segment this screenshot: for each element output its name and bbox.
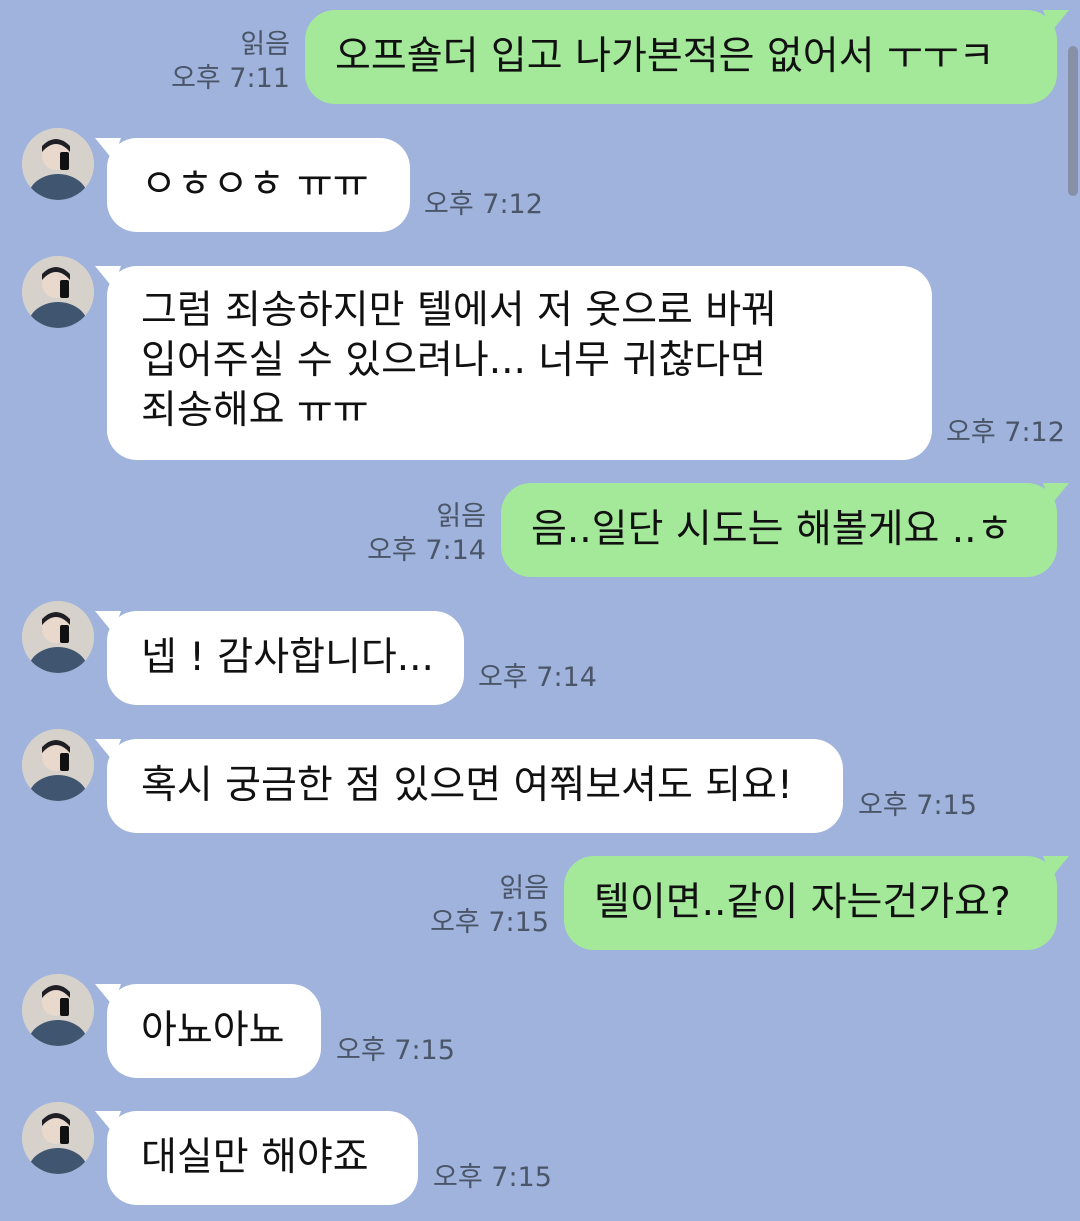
profile-photo-icon [22,729,94,801]
message-text: 음..일단 시도는 해볼게요 ..ㅎ [531,507,1013,552]
read-receipt: 읽음 [499,873,549,904]
message-text: 혹시 궁금한 점 있으면 여쭤보셔도 되요! [141,763,793,808]
profile-avatar-icon[interactable] [22,1102,94,1174]
message-time: 오후 7:15 [858,790,977,821]
bubble-tail [95,138,121,160]
bubble-tail [1043,856,1069,878]
profile-photo-icon [22,256,94,328]
message-time: 오후 7:15 [336,1035,455,1066]
outgoing-message-bubble[interactable]: 오프숄더 입고 나가본적은 없어서 ㅜㅜㅋ [305,10,1069,104]
message-time: 오후 7:11 [171,63,290,94]
scrollbar[interactable] [1068,46,1078,196]
message-text: 대실만 해야죠 [141,1135,369,1180]
message-text: 텔이면..같이 자는건가요? [594,880,1011,925]
profile-photo-icon [22,974,94,1046]
message-text-line: 그럼 죄송하지만 텔에서 저 옷으로 바꿔 [141,288,778,333]
message-meta: 읽음 오후 7:15 [430,872,549,940]
message-text: 아뇨아뇨 [141,1008,285,1053]
message-time: 오후 7:15 [433,1162,552,1193]
read-receipt: 읽음 [240,29,290,60]
message-time: 오후 7:12 [946,417,1065,448]
message-text-line: 입어주실 수 있으려나... 너무 귀찮다면 [141,338,766,383]
message-text: ㅇㅎㅇㅎ ㅠㅠ [141,162,369,207]
message-time: 오후 7:14 [478,662,597,693]
message-time: 오후 7:12 [424,189,543,220]
bubble-tail [95,984,121,1006]
incoming-message-bubble[interactable]: 그럼 죄송하지만 텔에서 저 옷으로 바꿔 입어주실 수 있으려나... 너무 … [95,266,932,460]
profile-avatar-icon[interactable] [22,256,94,328]
incoming-message-bubble[interactable]: 아뇨아뇨 [95,984,321,1078]
message-text: 오프숄더 입고 나가본적은 없어서 ㅜㅜㅋ [335,34,995,79]
chat-view[interactable]: 읽음 오후 7:11 오프숄더 입고 나가본적은 없어서 ㅜㅜㅋ ㅇㅎㅇㅎ ㅠㅠ… [0,0,1080,1221]
incoming-message-bubble[interactable]: 넵 ! 감사합니다... [95,611,464,705]
incoming-message-bubble[interactable]: 혹시 궁금한 점 있으면 여쭤보셔도 되요! [95,739,843,833]
bubble-tail [95,611,121,633]
profile-avatar-icon[interactable] [22,974,94,1046]
profile-photo-icon [22,1102,94,1174]
message-meta: 읽음 오후 7:14 [367,500,486,568]
outgoing-message-bubble[interactable]: 음..일단 시도는 해볼게요 ..ㅎ [501,483,1069,577]
profile-avatar-icon[interactable] [22,128,94,200]
bubble-tail [1043,10,1069,32]
message-time: 오후 7:14 [367,535,486,566]
profile-avatar-icon[interactable] [22,601,94,673]
profile-avatar-icon[interactable] [22,729,94,801]
message-text: 넵 ! 감사합니다... [141,635,434,680]
bubble-tail [95,1111,121,1133]
read-receipt: 읽음 [436,501,486,532]
outgoing-message-bubble[interactable]: 텔이면..같이 자는건가요? [564,856,1069,950]
bubble-tail [1043,483,1069,505]
bubble-tail [95,266,121,288]
incoming-message-bubble[interactable]: 대실만 해야죠 [95,1111,418,1205]
message-time: 오후 7:15 [430,907,549,938]
profile-photo-icon [22,128,94,200]
bubble-tail [95,739,121,761]
message-text-line: 죄송해요 ㅠㅠ [141,388,369,433]
profile-photo-icon [22,601,94,673]
message-meta: 읽음 오후 7:11 [171,28,290,96]
incoming-message-bubble[interactable]: ㅇㅎㅇㅎ ㅠㅠ [95,138,410,232]
